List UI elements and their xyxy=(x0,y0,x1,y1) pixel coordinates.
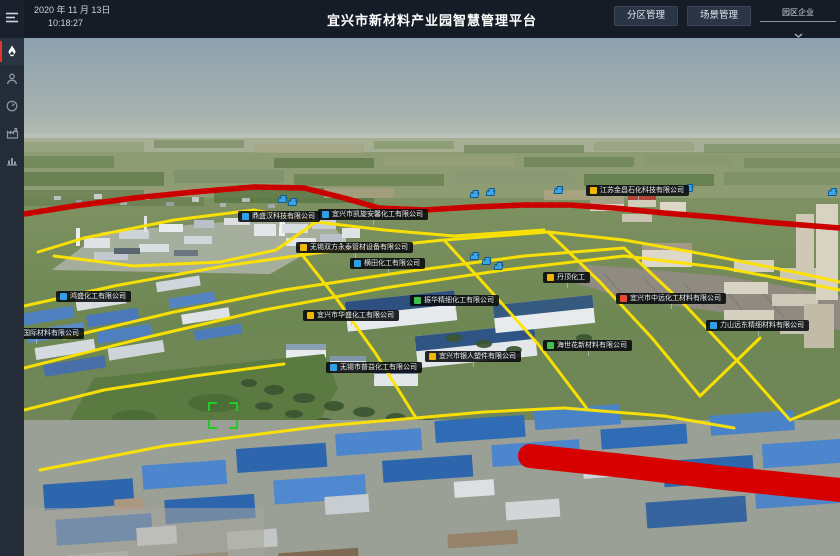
company-label-text: 鼎盛汉科技有限公司 xyxy=(252,213,315,220)
company-label-text: 振华精细化工有限公司 xyxy=(424,297,494,304)
company-label[interactable]: 江苏金昌石化科技有限公司 xyxy=(586,185,689,196)
map-selection-brackets xyxy=(208,402,238,429)
top-bar: 2020 年 11 月 13日 10:18:27 宜兴市新材料产业园智慧管理平台… xyxy=(24,0,840,38)
flame-icon xyxy=(6,45,18,58)
company-label-text: 力山远东精细材料有限公司 xyxy=(720,322,804,329)
company-label[interactable]: 鼎盛汉科技有限公司 xyxy=(238,211,320,222)
map-viewport[interactable]: 鼎盛汉科技有限公司 宜兴市凯旋安馨化工有限公司无锡双方永泰管材设备有限公司横田化工… xyxy=(24,38,840,556)
topbar-actions: 分区管理 场景管理 园区企业 xyxy=(614,6,836,43)
person-icon xyxy=(6,73,18,85)
vehicle-marker-icon[interactable] xyxy=(469,254,479,260)
company-label[interactable]: 宜兴市华盛化工有限公司 xyxy=(303,310,399,321)
enterprise-dropdown-label: 园区企业 xyxy=(782,6,814,21)
vehicle-marker-icon[interactable] xyxy=(485,190,495,196)
company-label[interactable]: 鸿盛化工有限公司 xyxy=(56,291,131,302)
scene-manage-button[interactable]: 场景管理 xyxy=(687,6,751,26)
company-label-text: 无锡市普益化工有限公司 xyxy=(340,364,417,371)
vehicle-marker-icon[interactable] xyxy=(827,190,837,196)
building-icon xyxy=(307,312,314,319)
sidebar-item-statistics[interactable] xyxy=(0,146,24,173)
building-icon xyxy=(710,322,717,329)
company-label-text: 宜兴市华盛化工有限公司 xyxy=(317,312,394,319)
building-icon xyxy=(242,213,249,220)
partition-manage-button[interactable]: 分区管理 xyxy=(614,6,678,26)
building-icon xyxy=(590,187,597,194)
hamburger-icon xyxy=(5,10,19,28)
company-label[interactable]: 无锡双方永泰管材设备有限公司 xyxy=(296,242,413,253)
sidebar-item-enterprise[interactable] xyxy=(0,119,24,146)
vehicle-marker-icon[interactable] xyxy=(481,259,491,265)
building-icon xyxy=(300,244,307,251)
company-label-text: 宜兴市中远化工材料有限公司 xyxy=(630,295,721,302)
bar-chart-icon xyxy=(6,154,18,166)
company-label[interactable]: 力山远东精细材料有限公司 xyxy=(706,320,809,331)
company-label-text: 鸿盛化工有限公司 xyxy=(70,293,126,300)
sidebar-item-monitoring[interactable] xyxy=(0,92,24,119)
company-label-text: 宜兴市凯旋安馨化工有限公司 xyxy=(332,211,423,218)
app-window: 2020 年 11 月 13日 10:18:27 宜兴市新材料产业园智慧管理平台… xyxy=(0,0,840,556)
vehicle-marker-icon[interactable] xyxy=(277,197,287,203)
company-label[interactable]: 宜兴市银人塑件有限公司 xyxy=(425,351,521,362)
building-icon xyxy=(330,364,337,371)
company-label[interactable]: 丹顶化工 xyxy=(543,272,590,283)
building-icon xyxy=(547,274,554,281)
company-label-text: 无锡双方永泰管材设备有限公司 xyxy=(310,244,408,251)
company-label-text: 江苏金昌石化科技有限公司 xyxy=(600,187,684,194)
vehicle-marker-icon[interactable] xyxy=(493,264,503,270)
factory-icon xyxy=(6,127,19,139)
company-label[interactable]: 振华精细化工有限公司 xyxy=(410,295,499,306)
company-label-text: 海世花新材料有限公司 xyxy=(557,342,627,349)
vehicle-marker-icon[interactable] xyxy=(287,200,297,206)
building-icon xyxy=(354,260,361,267)
company-label[interactable]: 无锡市普益化工有限公司 xyxy=(326,362,422,373)
building-icon xyxy=(60,293,67,300)
building-icon xyxy=(429,353,436,360)
building-icon xyxy=(414,297,421,304)
company-label-text: 横田化工有限公司 xyxy=(364,260,420,267)
sidebar-item-personnel[interactable] xyxy=(0,65,24,92)
chevron-down-icon xyxy=(794,25,803,43)
company-label[interactable]: 宜兴市凯旋安馨化工有限公司 xyxy=(318,209,428,220)
hamburger-menu-button[interactable] xyxy=(0,0,24,38)
company-label-text: 丹顶化工 xyxy=(557,274,585,281)
sidebar xyxy=(0,0,24,556)
vehicle-marker-icon[interactable] xyxy=(553,188,563,194)
enterprise-dropdown[interactable]: 园区企业 xyxy=(760,6,836,43)
building-icon xyxy=(547,342,554,349)
company-label-text: 宜兴市银人塑件有限公司 xyxy=(439,353,516,360)
map-overlay: 鼎盛汉科技有限公司 宜兴市凯旋安馨化工有限公司无锡双方永泰管材设备有限公司横田化工… xyxy=(24,38,840,556)
company-label[interactable]: 横田化工有限公司 xyxy=(350,258,425,269)
building-icon xyxy=(322,211,329,218)
gauge-icon xyxy=(6,100,18,112)
sidebar-item-alarm[interactable] xyxy=(0,38,24,65)
dropdown-divider xyxy=(760,21,836,22)
company-label[interactable]: 宜兴市国际材料有限公司 xyxy=(24,328,84,339)
building-icon xyxy=(620,295,627,302)
company-label[interactable]: 海世花新材料有限公司 xyxy=(543,340,632,351)
vehicle-marker-icon[interactable] xyxy=(469,192,479,198)
company-label-text: 宜兴市国际材料有限公司 xyxy=(24,330,79,337)
company-label[interactable]: 宜兴市中远化工材料有限公司 xyxy=(616,293,726,304)
